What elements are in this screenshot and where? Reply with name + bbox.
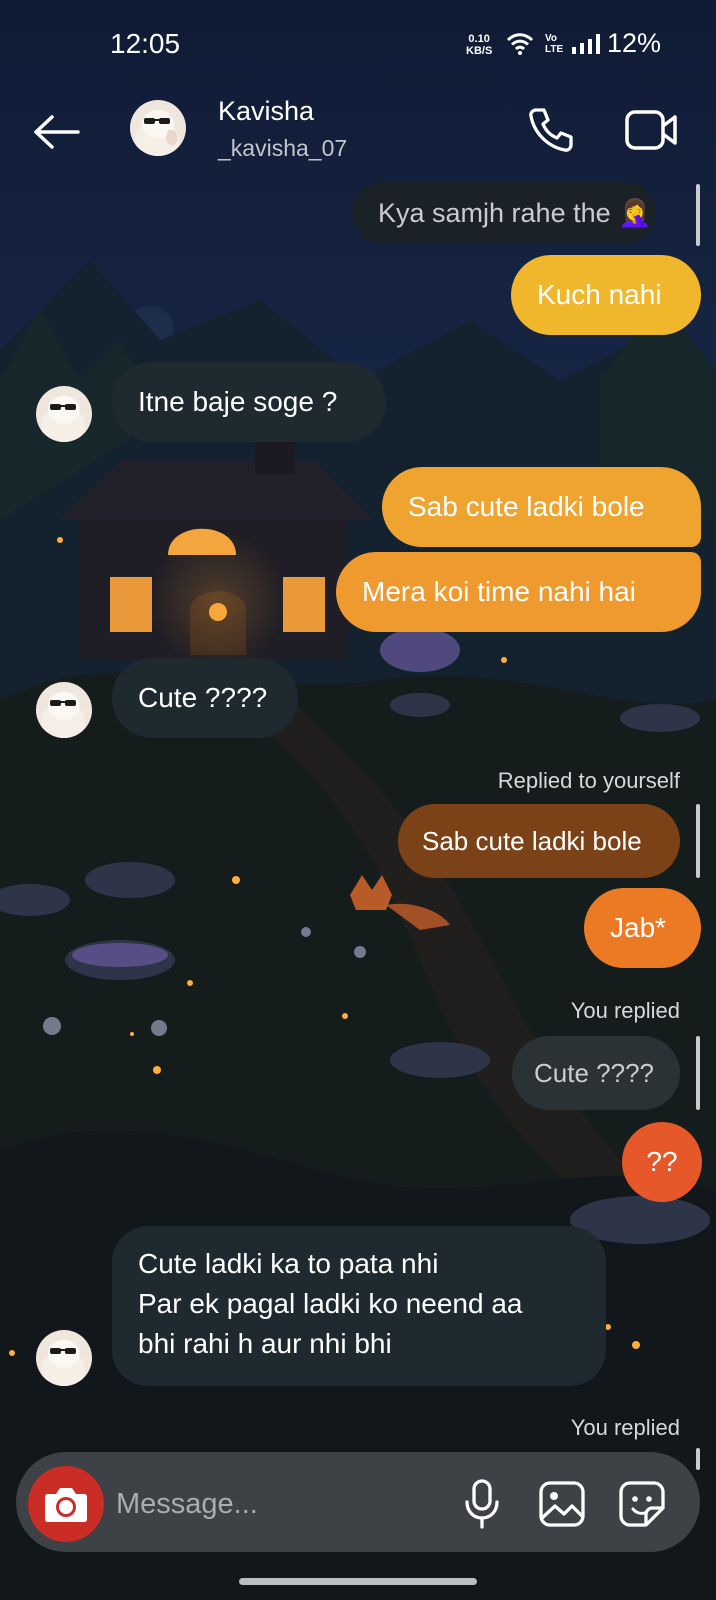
gallery-button[interactable]: [538, 1480, 586, 1528]
signal-icon: [572, 34, 600, 54]
outgoing-message[interactable]: Mera koi time nahi hai: [336, 552, 701, 632]
contact-username[interactable]: _kavisha_07: [218, 135, 347, 162]
outgoing-message[interactable]: Sab cute ladki bole: [382, 467, 701, 547]
volte-bottom: LTE: [545, 44, 564, 55]
sender-avatar[interactable]: [36, 682, 92, 738]
message-line: bhi rahi h aur nhi bhi: [138, 1328, 392, 1359]
phone-icon: [529, 108, 573, 152]
sticker-button[interactable]: [618, 1480, 666, 1528]
network-speed-unit: KB/S: [466, 45, 493, 57]
reply-context-label: You replied: [570, 998, 680, 1023]
network-speed: 0.10 KB/S: [466, 33, 492, 57]
outgoing-message[interactable]: Jab*: [584, 888, 701, 968]
outgoing-message[interactable]: Kuch nahi: [511, 255, 701, 335]
volte-indicator: Vo LTE: [545, 33, 563, 55]
gallery-icon: [539, 1481, 585, 1527]
reply-indicator-bar: [696, 1036, 700, 1110]
reply-indicator-bar: [696, 804, 700, 878]
arrow-left-icon: [34, 115, 80, 149]
microphone-icon: [465, 1479, 499, 1529]
camera-icon: [45, 1488, 87, 1522]
quoted-message[interactable]: Kya samjh rahe the 🤦‍♀️: [352, 182, 656, 244]
message-line: Cute ladki ka to pata nhi: [138, 1248, 439, 1279]
quoted-message[interactable]: Cute ????: [512, 1036, 680, 1110]
volte-top: Vo: [545, 33, 558, 44]
message-input[interactable]: [116, 1482, 416, 1526]
reply-context-label: You replied: [570, 1415, 680, 1440]
avatar-image: [36, 1330, 92, 1386]
voice-call-button[interactable]: [524, 104, 576, 156]
incoming-message[interactable]: Cute ????: [112, 658, 298, 738]
reply-indicator-bar: [696, 1448, 700, 1470]
status-time: 12:05: [110, 28, 181, 59]
avatar-image: [36, 386, 92, 442]
camera-button[interactable]: [28, 1466, 104, 1542]
sticker-icon: [619, 1481, 665, 1527]
battery-level: 12%: [607, 28, 662, 58]
incoming-message[interactable]: Itne baje soge ?: [112, 362, 386, 442]
reply-indicator-bar: [696, 184, 700, 246]
contact-name[interactable]: Kavisha: [218, 96, 314, 127]
contact-avatar[interactable]: [130, 100, 186, 156]
outgoing-message[interactable]: ??: [622, 1122, 702, 1202]
message-line: Par ek pagal ladki ko neend aa: [138, 1288, 523, 1319]
wifi-icon: [506, 33, 534, 55]
video-camera-icon: [625, 110, 677, 150]
quoted-message[interactable]: Sab cute ladki bole: [398, 804, 680, 878]
home-indicator[interactable]: [239, 1578, 477, 1585]
voice-message-button[interactable]: [460, 1478, 504, 1530]
avatar-image: [130, 100, 186, 156]
back-button[interactable]: [28, 104, 84, 160]
sender-avatar[interactable]: [36, 1330, 92, 1386]
reply-context-label: Replied to yourself: [497, 768, 680, 793]
network-speed-value: 0.10: [468, 33, 490, 45]
sender-avatar[interactable]: [36, 386, 92, 442]
incoming-message[interactable]: Cute ladki ka to pata nhi Par ek pagal l…: [112, 1226, 606, 1386]
video-call-button[interactable]: [624, 104, 680, 156]
avatar-image: [36, 682, 92, 738]
